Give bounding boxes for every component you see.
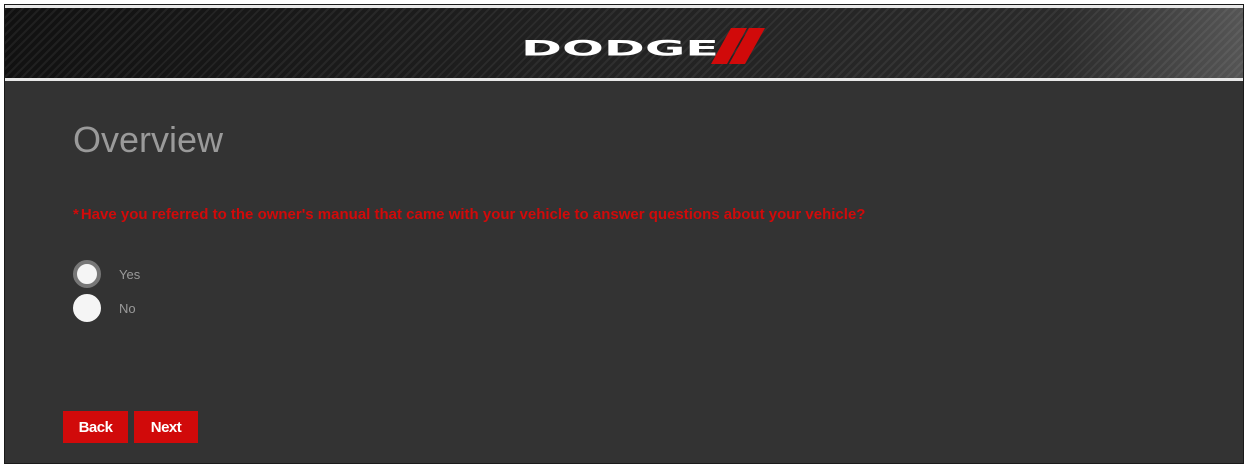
main-content: Overview * Have you referred to the owner… xyxy=(5,81,1243,463)
survey-frame: DODGE Overview * Have you referred to the… xyxy=(4,4,1244,464)
svg-text:DODGE: DODGE xyxy=(521,37,719,61)
header-banner: DODGE xyxy=(5,5,1243,81)
radio-no[interactable] xyxy=(73,294,101,322)
question-label: Have you referred to the owner's manual … xyxy=(80,206,866,223)
dodge-logo: DODGE xyxy=(521,28,765,64)
radio-yes[interactable] xyxy=(73,260,101,288)
question-text: * Have you referred to the owner's manual… xyxy=(73,206,865,223)
option-no-label: No xyxy=(119,300,136,316)
option-yes[interactable]: Yes xyxy=(73,259,140,289)
page-title: Overview xyxy=(73,119,224,160)
option-yes-label: Yes xyxy=(119,266,141,282)
next-button[interactable]: Next xyxy=(134,411,198,443)
option-no[interactable]: No xyxy=(73,293,136,323)
back-button[interactable]: Back xyxy=(63,411,128,443)
required-marker: * xyxy=(73,206,79,223)
